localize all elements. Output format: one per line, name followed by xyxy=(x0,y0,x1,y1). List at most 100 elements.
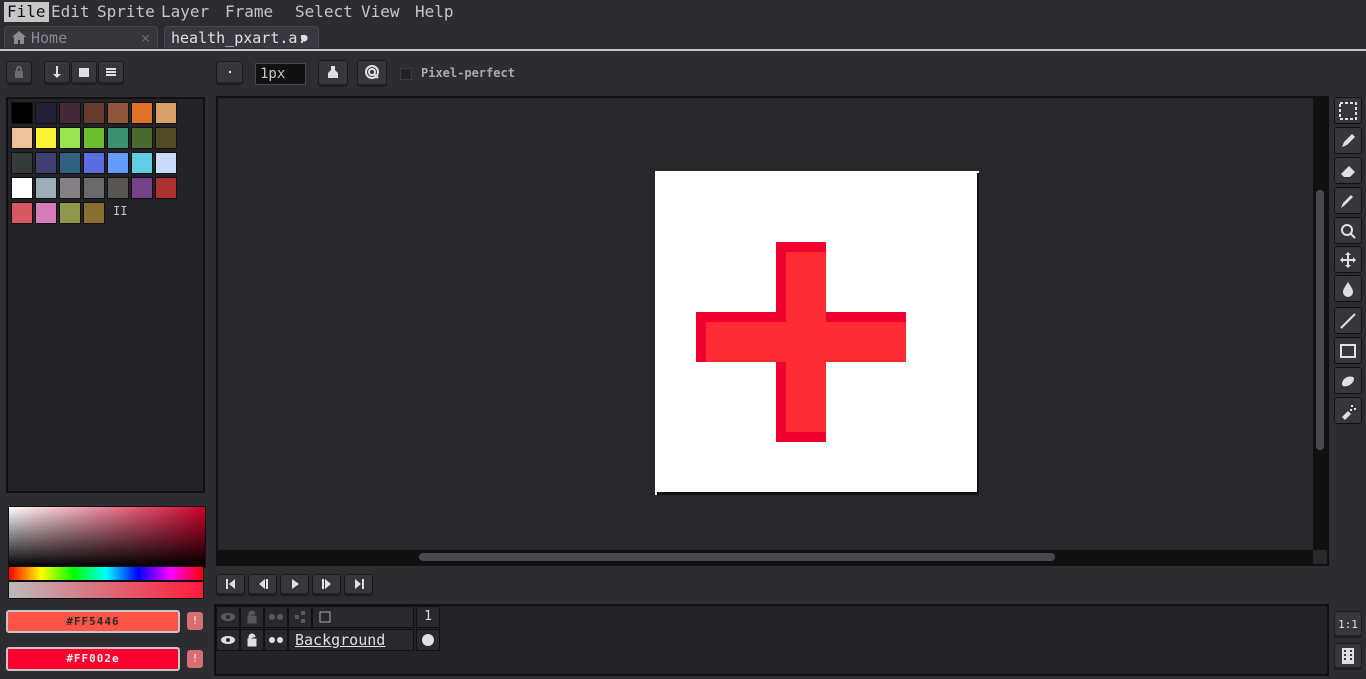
palette-swatch[interactable] xyxy=(83,102,105,124)
palette-presets-button[interactable] xyxy=(71,61,97,85)
brush-type-button[interactable] xyxy=(216,61,243,85)
layer-name[interactable]: Background xyxy=(288,629,414,651)
foreground-warning-icon[interactable]: ! xyxy=(187,612,203,630)
alpha-slider[interactable] xyxy=(8,581,204,599)
palette-swatch[interactable] xyxy=(11,127,33,149)
palette-swatch[interactable] xyxy=(107,127,129,149)
palette-swatch[interactable] xyxy=(35,177,57,199)
lock-palette-button[interactable] xyxy=(6,61,32,85)
palette-swatch[interactable] xyxy=(59,177,81,199)
menu-sprite[interactable]: Sprite xyxy=(94,2,158,22)
palette-swatch[interactable] xyxy=(131,127,153,149)
last-frame-button[interactable] xyxy=(344,574,373,596)
menu-file[interactable]: File xyxy=(4,2,49,22)
color-spectrum[interactable] xyxy=(8,506,206,568)
horizontal-scrollbar[interactable] xyxy=(218,550,1313,564)
palette-swatch[interactable] xyxy=(131,102,153,124)
tool-marquee[interactable] xyxy=(1334,97,1362,124)
tool-eyedropper[interactable] xyxy=(1334,187,1362,214)
palette-swatch[interactable] xyxy=(155,177,177,199)
palette-swatch[interactable] xyxy=(35,152,57,174)
tab-close-icon[interactable]: × xyxy=(141,27,150,49)
ink-button[interactable] xyxy=(318,60,348,87)
palette-swatch[interactable] xyxy=(155,127,177,149)
tool-spray[interactable] xyxy=(1334,397,1362,424)
palette-swatch[interactable] xyxy=(11,102,33,124)
play-button[interactable] xyxy=(280,574,309,596)
palette-swatch[interactable] xyxy=(11,202,33,224)
next-frame-button[interactable] xyxy=(312,574,341,596)
toggle-visibility-header[interactable] xyxy=(216,606,240,628)
opacity-button[interactable] xyxy=(357,60,387,87)
tool-zoom[interactable] xyxy=(1334,217,1362,244)
brush-size-field[interactable]: 1px xyxy=(255,63,306,85)
tab-home[interactable]: Home × xyxy=(4,26,158,48)
palette-swatch[interactable] xyxy=(11,152,33,174)
palette-swatch[interactable] xyxy=(35,202,57,224)
palette-swatch[interactable] xyxy=(59,202,81,224)
hierarchy-icon xyxy=(295,611,305,623)
menu-edit[interactable]: Edit xyxy=(48,2,93,22)
lasso-blob-icon xyxy=(1342,376,1355,387)
frame-header-1[interactable]: 1 xyxy=(416,606,440,628)
palette-swatch[interactable] xyxy=(35,102,57,124)
layer-lock-toggle[interactable] xyxy=(240,629,264,651)
toggle-continuous-header[interactable] xyxy=(264,606,288,628)
filmstrip-button[interactable] xyxy=(1334,643,1362,670)
cel-frame-1[interactable] xyxy=(416,629,440,651)
unlock-icon xyxy=(247,633,257,647)
background-color-field[interactable]: #FF002e xyxy=(6,647,180,671)
toggle-lock-header[interactable] xyxy=(240,606,264,628)
layer-continuous-toggle[interactable] xyxy=(264,629,288,651)
menu-view[interactable]: View xyxy=(358,2,403,22)
horizontal-scroll-thumb[interactable] xyxy=(419,553,1055,561)
menu-frame[interactable]: Frame xyxy=(222,2,276,22)
vertical-scrollbar[interactable] xyxy=(1313,98,1327,550)
palette-swatch[interactable] xyxy=(107,102,129,124)
menu-select[interactable]: Select xyxy=(292,2,356,22)
palette-swatch[interactable] xyxy=(59,127,81,149)
palette-swatch[interactable] xyxy=(59,102,81,124)
tool-pencil[interactable] xyxy=(1334,127,1362,154)
hue-slider[interactable] xyxy=(8,566,204,581)
continuous-icon xyxy=(269,637,283,643)
first-frame-button[interactable] xyxy=(216,574,245,596)
palette-sort-button[interactable] xyxy=(44,61,70,85)
ink-bottle-icon xyxy=(328,66,338,78)
tool-line[interactable] xyxy=(1334,307,1362,334)
palette-swatch[interactable] xyxy=(107,177,129,199)
layer-visibility-toggle[interactable] xyxy=(216,629,240,651)
palette-swatch[interactable] xyxy=(131,177,153,199)
palette-swatch[interactable] xyxy=(83,177,105,199)
tool-move[interactable] xyxy=(1334,246,1362,273)
palette-swatch[interactable] xyxy=(107,152,129,174)
palette-swatch[interactable] xyxy=(131,152,153,174)
palette-swatch[interactable] xyxy=(155,152,177,174)
layer-groups-header[interactable] xyxy=(288,606,312,628)
palette-swatch[interactable] xyxy=(59,152,81,174)
menu-layer[interactable]: Layer xyxy=(158,2,212,22)
vertical-scroll-thumb[interactable] xyxy=(1316,190,1324,450)
palette-swatch[interactable] xyxy=(11,177,33,199)
background-warning-icon[interactable]: ! xyxy=(187,650,203,668)
tool-rectangle[interactable] xyxy=(1334,337,1362,364)
zoom-1-1-button[interactable]: 1:1 xyxy=(1334,611,1362,638)
modified-dot-icon[interactable]: ● xyxy=(301,27,308,49)
tool-fill[interactable] xyxy=(1334,275,1362,302)
tool-eraser[interactable] xyxy=(1334,157,1362,184)
palette-swatch[interactable] xyxy=(155,102,177,124)
palette-swatch[interactable] xyxy=(35,127,57,149)
menu-help[interactable]: Help xyxy=(412,2,457,22)
tab-health-pxart[interactable]: health_pxart.a: ● xyxy=(164,26,319,48)
palette-swatch[interactable] xyxy=(83,152,105,174)
pixel-perfect-checkbox[interactable] xyxy=(400,68,412,80)
palette-swatch[interactable] xyxy=(83,127,105,149)
foreground-color-field[interactable]: #FF5446 xyxy=(6,610,180,633)
palette-options-button[interactable] xyxy=(98,61,124,85)
palette-swatch[interactable] xyxy=(83,202,105,224)
previous-frame-button[interactable] xyxy=(248,574,277,596)
editor-viewport[interactable] xyxy=(216,96,1329,566)
tool-contour[interactable] xyxy=(1334,367,1362,394)
last-frame-icon xyxy=(354,579,364,589)
sprite-canvas[interactable] xyxy=(655,171,979,495)
